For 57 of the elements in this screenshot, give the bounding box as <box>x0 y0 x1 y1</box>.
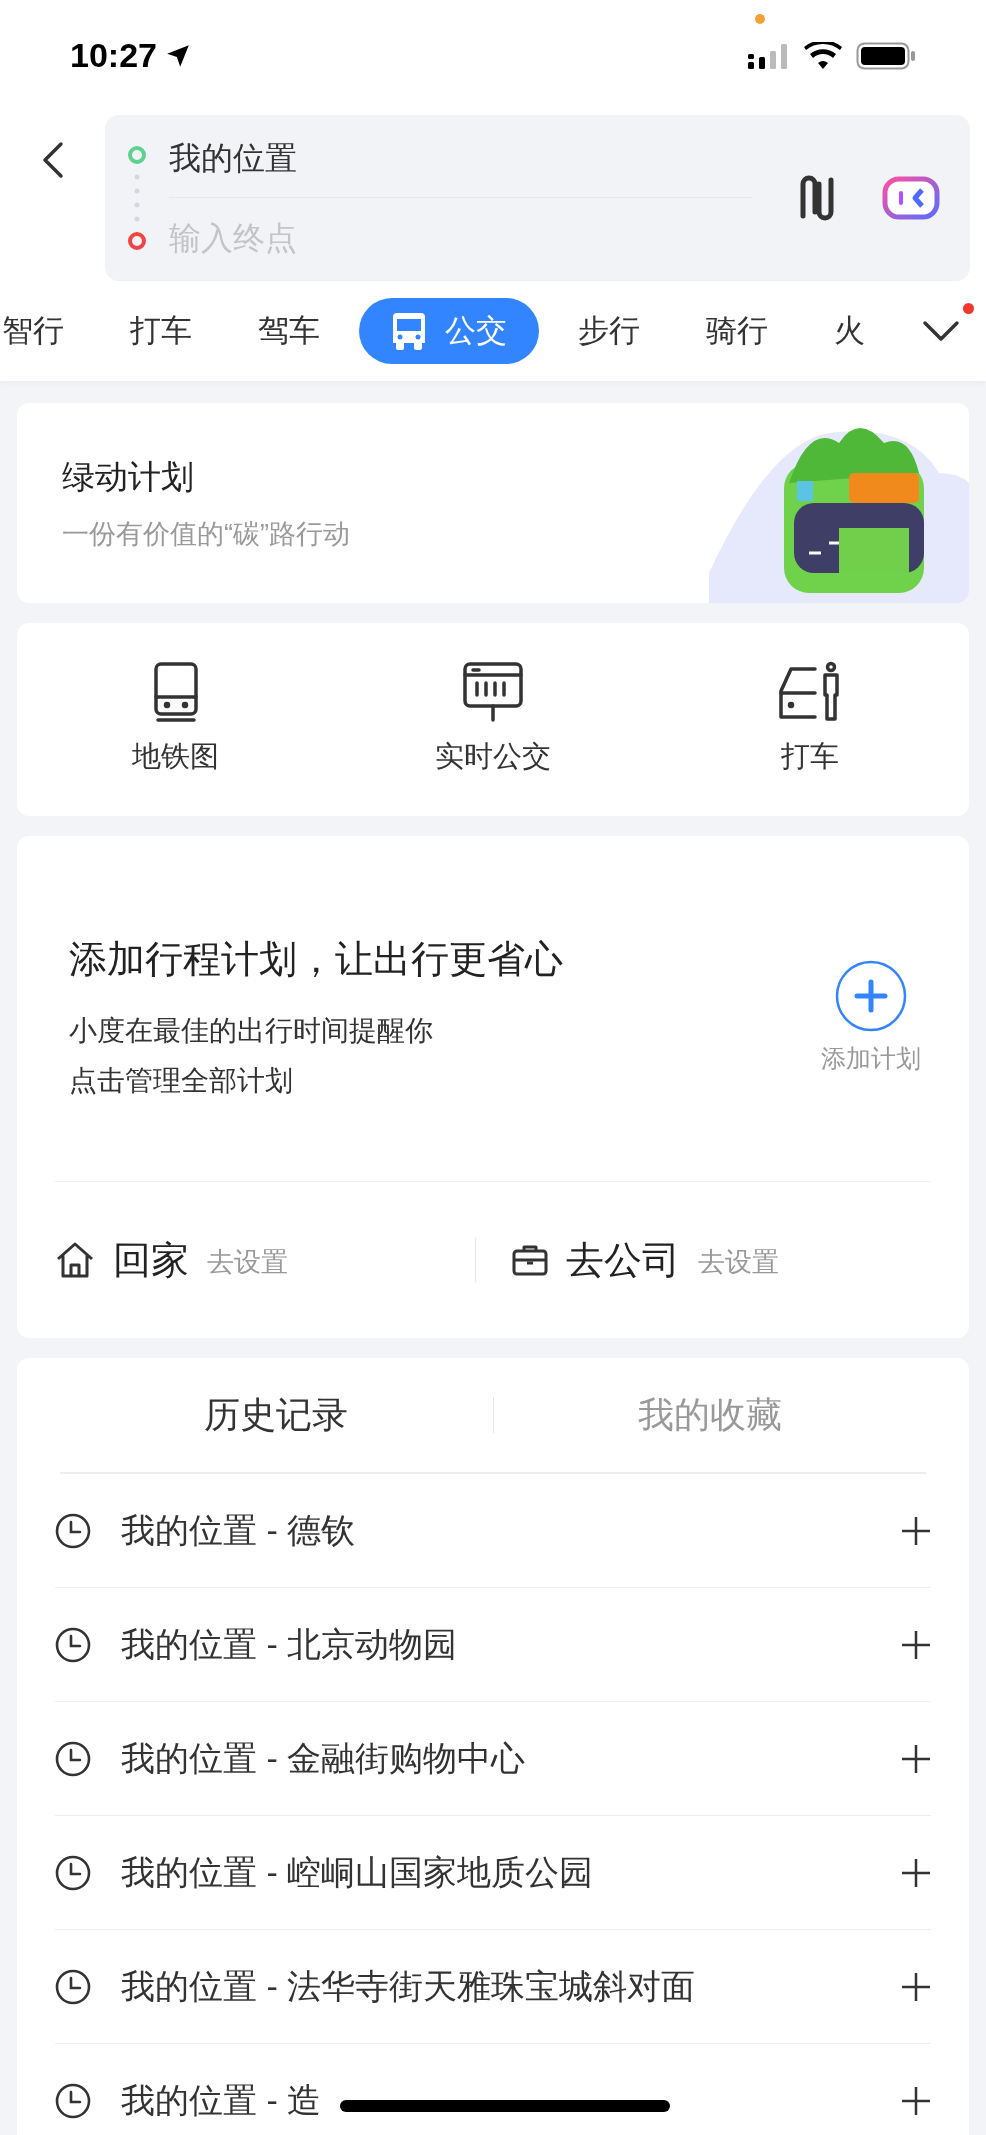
origin-field[interactable]: 我的位置 <box>169 118 752 198</box>
plan-description: 点击管理全部计划 <box>69 1064 294 1098</box>
history-route: 我的位置 - 法华寺街天雅珠宝城斜对面 <box>121 1966 696 2007</box>
history-route: 我的位置 - 北京动物园 <box>121 1624 458 1665</box>
plus-icon[interactable] <box>901 1971 931 2002</box>
history-route: 我的位置 - 德钦 <box>121 1510 356 1551</box>
commute-button[interactable]: 回家 去设置 <box>55 1231 475 1289</box>
plus-icon[interactable] <box>901 1515 931 1546</box>
history-item[interactable]: 我的位置 - 金融街购物中心 <box>55 1702 931 1816</box>
transport-tab[interactable]: 骑行 <box>679 298 795 364</box>
plus-icon[interactable] <box>901 1857 931 1888</box>
plus-icon[interactable] <box>901 2085 931 2116</box>
list-tab[interactable]: 历史记录 <box>60 1358 493 1472</box>
assistant-icon[interactable] <box>882 176 940 220</box>
plus-icon[interactable] <box>901 1743 931 1774</box>
bus-icon <box>391 311 427 351</box>
bus-stop-sign-icon <box>462 660 524 723</box>
history-item[interactable]: 我的位置 - 法华寺街天雅珠宝城斜对面 <box>55 1930 931 2044</box>
history-item[interactable]: 我的位置 - 崆峒山国家地质公园 <box>55 1816 931 1930</box>
signal-icon <box>748 41 790 70</box>
transport-tab[interactable]: 火 <box>807 298 892 364</box>
commute-label: 去公司 <box>565 1237 680 1283</box>
battery-icon <box>856 41 916 70</box>
history-item[interactable]: 我的位置 - 德钦 <box>55 1474 931 1588</box>
commute-button[interactable]: 去公司 去设置 <box>475 1231 931 1289</box>
shortcut-button[interactable]: 打车 <box>651 660 969 779</box>
clock-time: 10:27 <box>70 35 157 76</box>
plan-title: 添加行程计划，让出行更省心 <box>69 937 563 982</box>
transport-tab[interactable]: 打车 <box>103 298 219 364</box>
plus-icon[interactable] <box>901 1629 931 1660</box>
banner-subtitle: 一份有价值的“碳”路行动 <box>62 517 350 551</box>
home-icon <box>55 1241 95 1279</box>
history-route: 我的位置 - 金融街购物中心 <box>121 1738 526 1779</box>
shortcut-button[interactable]: 实时公交 <box>334 660 652 779</box>
clock-icon <box>55 2082 91 2119</box>
history-item[interactable]: 我的位置 - 北京动物园 <box>55 1588 931 1702</box>
transport-tab[interactable]: 驾车 <box>231 298 347 364</box>
history-route: 我的位置 - 造 <box>121 2080 322 2121</box>
clock-icon <box>55 1854 91 1891</box>
banner-title: 绿动计划 <box>62 457 195 497</box>
clock-icon <box>55 1512 91 1549</box>
transport-tab[interactable]: 智行 <box>0 298 91 364</box>
clock-icon <box>55 1968 91 2005</box>
briefcase-icon <box>511 1244 548 1276</box>
plus-circle-icon <box>835 959 907 1032</box>
commute-label: 回家 <box>113 1237 189 1283</box>
history-route: 我的位置 - 崆峒山国家地质公园 <box>121 1852 594 1893</box>
clock-icon <box>55 1626 91 1663</box>
clock-icon <box>55 1740 91 1777</box>
plan-description: 小度在最佳的出行时间提醒你 <box>69 1014 434 1048</box>
chevron-left-icon <box>40 140 65 180</box>
wifi-icon <box>804 41 842 70</box>
transport-tab[interactable]: 步行 <box>551 298 667 364</box>
shortcut-button[interactable]: 地铁图 <box>17 660 335 779</box>
transport-tab[interactable]: 公交 <box>359 298 539 364</box>
banner-card[interactable]: 绿动计划 一份有价值的“碳”路行动 <box>17 403 969 603</box>
chevron-down-icon <box>921 319 961 343</box>
